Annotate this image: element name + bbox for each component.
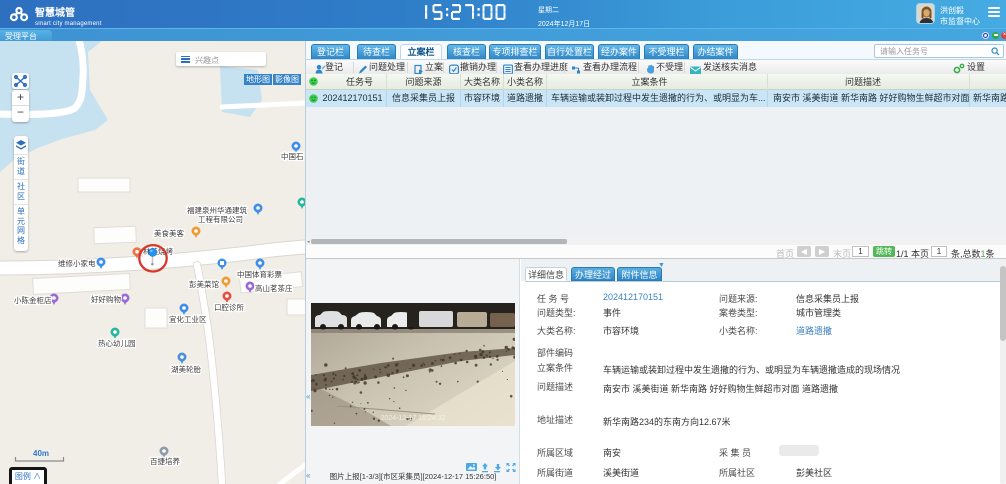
svg-text:工程有限公司: 工程有限公司: [198, 214, 243, 224]
svg-text:宜化工业区: 宜化工业区: [169, 314, 207, 324]
svg-text:小陈金柜店: 小陈金柜店: [14, 295, 52, 305]
svg-text:湖美轮胎: 湖美轮胎: [171, 364, 201, 374]
svg-text:口腔诊所: 口腔诊所: [214, 302, 244, 312]
svg-text:美食美客: 美食美客: [154, 228, 184, 238]
svg-text:热心幼儿园: 热心幼儿园: [98, 338, 136, 348]
svg-text:福建泉州华通建筑: 福建泉州华通建筑: [187, 205, 247, 215]
svg-text:林美烧烤: 林美烧烤: [143, 246, 173, 256]
svg-text:40m: 40m: [33, 449, 49, 458]
svg-text:好好购物: 好好购物: [91, 294, 121, 304]
svg-text:2024-12-17 15:24:32: 2024-12-17 15:24:32: [381, 415, 446, 422]
svg-text:中国体育彩票: 中国体育彩票: [237, 269, 282, 279]
svg-text:彭美菜馆: 彭美菜馆: [189, 279, 219, 289]
svg-text:高山茗茶庄: 高山茗茶庄: [255, 283, 293, 293]
svg-text:维修小家电: 维修小家电: [58, 258, 96, 268]
svg-text:中国石: 中国石: [281, 151, 304, 161]
svg-text:百捷培养: 百捷培养: [150, 456, 180, 466]
